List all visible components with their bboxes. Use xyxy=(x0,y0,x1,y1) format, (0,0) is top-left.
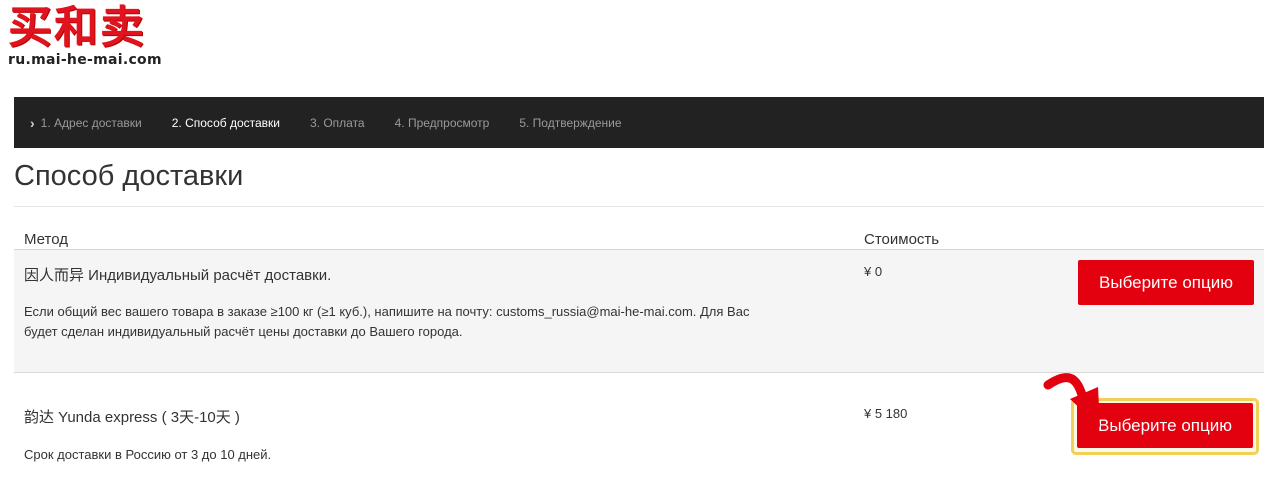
method-name: 因人而异 Индивидуальный расчёт доставки. xyxy=(24,267,332,284)
step-label: 1. Адрес доставки xyxy=(40,115,142,130)
checkout-steps-bar: › 1. Адрес доставки 2. Способ доставки 3… xyxy=(14,97,1264,148)
step-label: 5. Подтверждение xyxy=(519,115,622,130)
step-label: 2. Способ доставки xyxy=(171,115,280,130)
step-delivery-method: 2. Способ доставки xyxy=(172,116,280,130)
method-price: ¥ 0 xyxy=(864,264,883,279)
step-address[interactable]: › 1. Адрес доставки xyxy=(30,115,142,131)
site-logo[interactable]: 买和卖 ru.mai-he-mai.com xyxy=(8,2,168,68)
logo-text: 买和卖 xyxy=(8,2,146,53)
table-row: 因人而异 Индивидуальный расчёт доставки. Есл… xyxy=(14,250,1264,373)
step-confirmation: 5. Подтверждение xyxy=(519,116,621,130)
method-name: 韵达 Yunda express ( 3天-10天 ) xyxy=(24,409,240,426)
select-option-button[interactable]: Выберите опцию xyxy=(1078,260,1254,305)
step-payment: 3. Оплата xyxy=(310,116,365,130)
table-header: Метод Стоимость xyxy=(14,226,1264,250)
pointer-arrow-icon xyxy=(1043,373,1100,427)
step-label: 4. Предпросмотр xyxy=(394,115,490,130)
column-header-cost: Стоимость xyxy=(864,231,940,248)
method-description: Срок доставки в Россию от 3 до 10 дней. xyxy=(24,445,824,465)
step-label: 3. Оплата xyxy=(309,115,365,130)
step-preview: 4. Предпросмотр xyxy=(395,116,490,130)
logo-url: ru.mai-he-mai.com xyxy=(8,52,162,68)
column-header-method: Метод xyxy=(24,231,68,248)
description-line: Если общий вес вашего товара в заказе ≥1… xyxy=(24,304,750,319)
method-price: ¥ 5 180 xyxy=(864,406,908,421)
chevron-right-icon: › xyxy=(30,114,35,131)
method-description: Если общий вес вашего товара в заказе ≥1… xyxy=(24,302,824,342)
description-line: будет сделан индивидуальный расчёт цены … xyxy=(24,324,463,339)
divider xyxy=(14,206,1264,207)
page-title: Способ доставки xyxy=(14,160,244,192)
description-line: Срок доставки в Россию от 3 до 10 дней. xyxy=(24,447,272,462)
